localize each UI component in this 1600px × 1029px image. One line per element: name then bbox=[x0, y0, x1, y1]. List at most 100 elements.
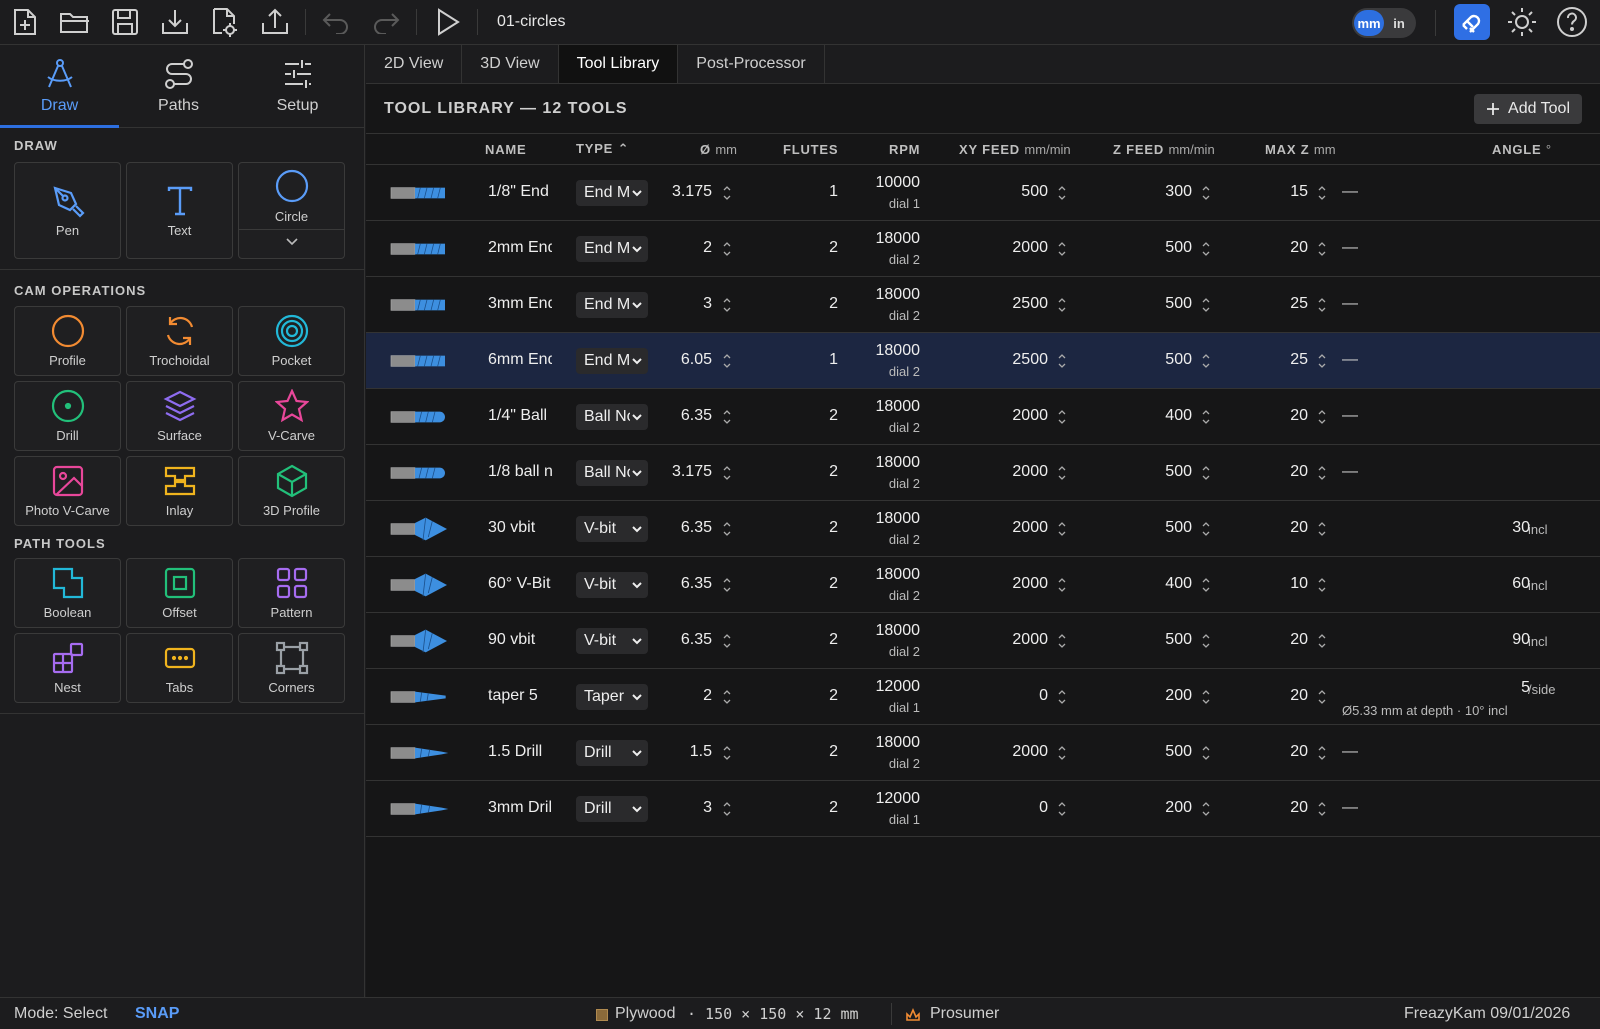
z-feed-field[interactable]: 500 bbox=[1165, 631, 1192, 649]
xy-feed-field[interactable]: 500 bbox=[1021, 183, 1048, 201]
redo-icon[interactable] bbox=[361, 0, 411, 45]
flutes-value[interactable]: 2 bbox=[829, 799, 838, 817]
rpm-cell[interactable]: 12000 dial 1 bbox=[876, 790, 921, 827]
max-z-field[interactable]: 20 bbox=[1290, 687, 1308, 705]
xy-feed-field[interactable]: 2000 bbox=[1012, 631, 1048, 649]
col-name[interactable]: NAME bbox=[485, 142, 526, 157]
tool-name-field[interactable]: 90 vbit bbox=[488, 631, 552, 649]
flutes-value[interactable]: 2 bbox=[829, 631, 838, 649]
tool-name-field[interactable]: 3mm End bbox=[488, 295, 552, 313]
max-z-stepper-icon[interactable] bbox=[1317, 352, 1327, 370]
z-feed-stepper-icon[interactable] bbox=[1201, 632, 1211, 650]
open-folder-icon[interactable] bbox=[50, 0, 100, 45]
tool-name-field[interactable]: 1/4" Ball bbox=[488, 407, 552, 425]
diameter-field[interactable]: 3 bbox=[703, 295, 712, 313]
tool-type-select[interactable]: Ball Nose bbox=[576, 460, 648, 486]
max-z-field[interactable]: 15 bbox=[1290, 183, 1308, 201]
flutes-value[interactable]: 2 bbox=[829, 519, 838, 537]
col-flutes[interactable]: FLUTES bbox=[783, 142, 838, 157]
tool-name-field[interactable]: 2mm End bbox=[488, 239, 552, 257]
max-z-stepper-icon[interactable] bbox=[1317, 520, 1327, 538]
diameter-stepper-icon[interactable] bbox=[722, 688, 732, 706]
tool-name-field[interactable]: 6mm End bbox=[488, 351, 552, 369]
max-z-stepper-icon[interactable] bbox=[1317, 296, 1327, 314]
xy-feed-stepper-icon[interactable] bbox=[1057, 632, 1067, 650]
max-z-stepper-icon[interactable] bbox=[1317, 184, 1327, 202]
inlay-button[interactable]: Inlay bbox=[126, 456, 233, 526]
z-feed-field[interactable]: 500 bbox=[1165, 519, 1192, 537]
xy-feed-stepper-icon[interactable] bbox=[1057, 240, 1067, 258]
unit-toggle[interactable]: mm in bbox=[1352, 8, 1416, 38]
xy-feed-field[interactable]: 2500 bbox=[1012, 295, 1048, 313]
z-feed-stepper-icon[interactable] bbox=[1201, 408, 1211, 426]
z-feed-field[interactable]: 400 bbox=[1165, 407, 1192, 425]
trochoidal-button[interactable]: Trochoidal bbox=[126, 306, 233, 376]
z-feed-stepper-icon[interactable] bbox=[1201, 800, 1211, 818]
tab-2d-view[interactable]: 2D View bbox=[366, 45, 463, 83]
max-z-stepper-icon[interactable] bbox=[1317, 408, 1327, 426]
tool-type-select[interactable]: Drill bbox=[576, 740, 648, 766]
diameter-field[interactable]: 2 bbox=[703, 687, 712, 705]
diameter-stepper-icon[interactable] bbox=[722, 408, 732, 426]
max-z-stepper-icon[interactable] bbox=[1317, 240, 1327, 258]
tool-type-select[interactable]: Ball Nose bbox=[576, 404, 648, 430]
tab-paths[interactable]: Paths bbox=[119, 45, 238, 127]
max-z-field[interactable]: 10 bbox=[1290, 575, 1308, 593]
text-tool-button[interactable]: Text bbox=[126, 162, 233, 259]
xy-feed-stepper-icon[interactable] bbox=[1057, 352, 1067, 370]
col-rpm[interactable]: RPM bbox=[889, 142, 920, 157]
table-row[interactable]: 3mm End End Mill 3 2 18000 dial 2 2500 500 25 — bbox=[366, 277, 1600, 333]
xy-feed-stepper-icon[interactable] bbox=[1057, 520, 1067, 538]
tab-setup[interactable]: Setup bbox=[238, 45, 357, 127]
rpm-cell[interactable]: 18000 dial 2 bbox=[876, 734, 921, 771]
xy-feed-stepper-icon[interactable] bbox=[1057, 576, 1067, 594]
diameter-stepper-icon[interactable] bbox=[722, 240, 732, 258]
z-feed-field[interactable]: 500 bbox=[1165, 295, 1192, 313]
z-feed-field[interactable]: 400 bbox=[1165, 575, 1192, 593]
z-feed-field[interactable]: 500 bbox=[1165, 463, 1192, 481]
max-z-field[interactable]: 20 bbox=[1290, 519, 1308, 537]
flutes-value[interactable]: 2 bbox=[829, 463, 838, 481]
xy-feed-stepper-icon[interactable] bbox=[1057, 800, 1067, 818]
nest-button[interactable]: Nest bbox=[14, 633, 121, 703]
tab-post-processor[interactable]: Post-Processor bbox=[678, 45, 825, 83]
rpm-cell[interactable]: 18000 dial 2 bbox=[876, 622, 921, 659]
pattern-button[interactable]: Pattern bbox=[238, 558, 345, 628]
flutes-value[interactable]: 2 bbox=[829, 295, 838, 313]
max-z-stepper-icon[interactable] bbox=[1317, 632, 1327, 650]
tool-name-field[interactable]: 60° V-Bit bbox=[488, 575, 552, 593]
profile-button[interactable]: Profile bbox=[14, 306, 121, 376]
col-diameter[interactable]: Ø mm bbox=[700, 142, 737, 157]
diameter-stepper-icon[interactable] bbox=[722, 296, 732, 314]
xy-feed-stepper-icon[interactable] bbox=[1057, 296, 1067, 314]
rpm-cell[interactable]: 18000 dial 2 bbox=[876, 398, 921, 435]
rpm-cell[interactable]: 18000 dial 2 bbox=[876, 230, 921, 267]
tool-name-field[interactable]: 1/8" End bbox=[488, 183, 552, 201]
xy-feed-field[interactable]: 2000 bbox=[1012, 239, 1048, 257]
rpm-cell[interactable]: 18000 dial 2 bbox=[876, 342, 921, 379]
xy-feed-field[interactable]: 2000 bbox=[1012, 463, 1048, 481]
xy-feed-stepper-icon[interactable] bbox=[1057, 688, 1067, 706]
tab-3d-view[interactable]: 3D View bbox=[462, 45, 559, 83]
unit-in[interactable]: in bbox=[1384, 10, 1414, 36]
tool-type-select[interactable]: V-bit bbox=[576, 572, 648, 598]
table-row[interactable]: 2mm End End Mill 2 2 18000 dial 2 2000 500 20 — bbox=[366, 221, 1600, 277]
table-row[interactable]: 60° V-Bit V-bit 6.35 2 18000 dial 2 2000 400 10 6… bbox=[366, 557, 1600, 613]
max-z-field[interactable]: 20 bbox=[1290, 463, 1308, 481]
diameter-field[interactable]: 3.175 bbox=[672, 463, 712, 481]
diameter-field[interactable]: 6.35 bbox=[681, 631, 712, 649]
diameter-field[interactable]: 3.175 bbox=[672, 183, 712, 201]
add-tool-button[interactable]: Add Tool bbox=[1474, 93, 1582, 124]
rpm-cell[interactable]: 18000 dial 2 bbox=[876, 566, 921, 603]
max-z-field[interactable]: 20 bbox=[1290, 631, 1308, 649]
col-max-z[interactable]: MAX Z mm bbox=[1265, 142, 1336, 157]
max-z-stepper-icon[interactable] bbox=[1317, 744, 1327, 762]
z-feed-stepper-icon[interactable] bbox=[1201, 296, 1211, 314]
rpm-cell[interactable]: 18000 dial 2 bbox=[876, 286, 921, 323]
tool-type-select[interactable]: Drill bbox=[576, 796, 648, 822]
xy-feed-field[interactable]: 2500 bbox=[1012, 351, 1048, 369]
3d-profile-button[interactable]: 3D Profile bbox=[238, 456, 345, 526]
new-file-icon[interactable] bbox=[0, 0, 50, 45]
flutes-value[interactable]: 2 bbox=[829, 575, 838, 593]
diameter-stepper-icon[interactable] bbox=[722, 464, 732, 482]
